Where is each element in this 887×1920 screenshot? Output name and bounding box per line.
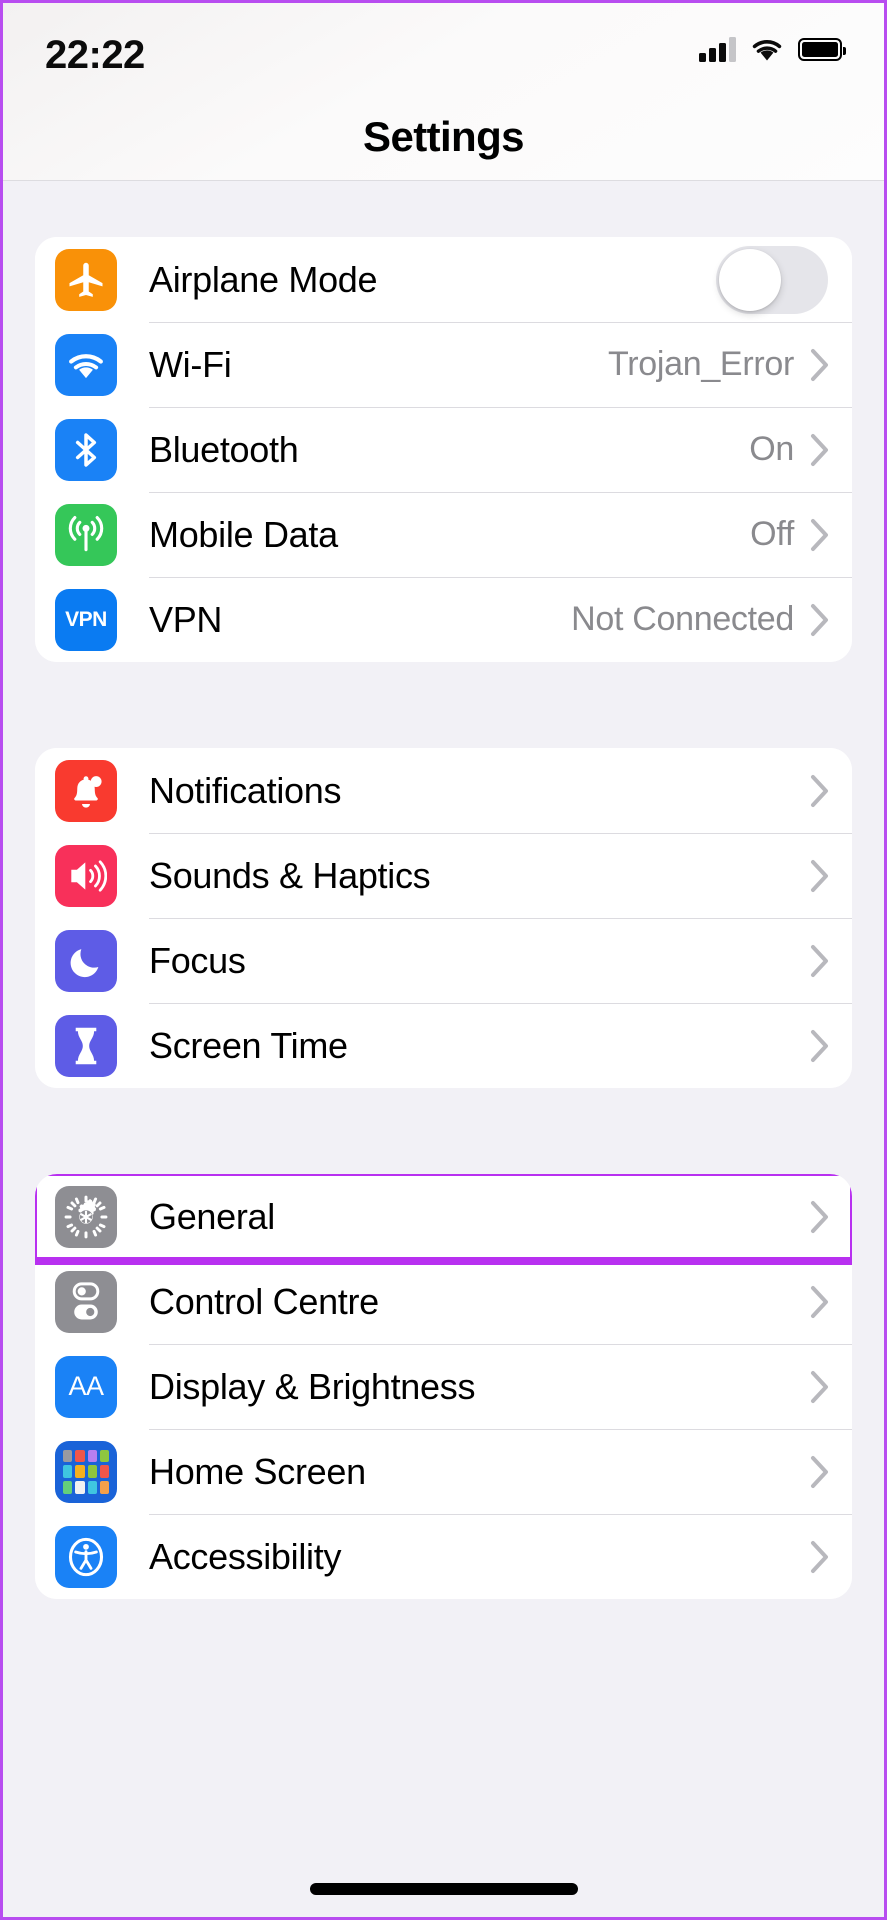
settings-row-home-screen[interactable]: Home Screen: [35, 1429, 852, 1514]
settings-row-label: Sounds & Haptics: [149, 854, 431, 896]
chevron-right-icon: [810, 774, 830, 808]
settings-row-label: Screen Time: [149, 1024, 348, 1066]
settings-row-label: General: [149, 1195, 275, 1237]
settings-list[interactable]: Airplane Mode Wi-Fi Trojan_Error Bluetoo…: [3, 237, 884, 1917]
speaker-waves-icon: [55, 844, 117, 907]
settings-row-accessibility[interactable]: Accessibility: [35, 1514, 852, 1599]
settings-row-label: Accessibility: [149, 1535, 342, 1577]
settings-row-display-brightness[interactable]: AA Display & Brightness: [35, 1344, 852, 1429]
chevron-right-icon: [810, 944, 830, 978]
iphone-settings-screen: 22:22 Settings Airplane Mode Wi-Fi Troja…: [0, 0, 887, 1920]
chevron-right-icon: [810, 1540, 830, 1574]
bell-icon: [55, 759, 117, 822]
chevron-right-icon: [810, 1200, 830, 1234]
home-screen-grid-icon: [55, 1440, 117, 1503]
control-centre-icon: [55, 1270, 117, 1333]
settings-row-label: Mobile Data: [149, 513, 338, 555]
airplane-icon: [55, 248, 117, 311]
airplane-mode-toggle[interactable]: [716, 245, 828, 314]
vpn-icon-text: VPN: [65, 607, 107, 631]
toggle-knob: [719, 248, 781, 311]
settings-group-connectivity: Airplane Mode Wi-Fi Trojan_Error Bluetoo…: [35, 237, 852, 662]
gear-icon: [55, 1185, 117, 1248]
display-brightness-icon: AA: [55, 1355, 117, 1418]
settings-row-wifi[interactable]: Wi-Fi Trojan_Error: [35, 322, 852, 407]
chevron-right-icon: [810, 1029, 830, 1063]
battery-full-icon: [798, 37, 846, 61]
vpn-icon: VPN: [55, 588, 117, 651]
mobile-data-state-value: Off: [750, 515, 794, 553]
page-title: Settings: [363, 113, 524, 160]
chevron-right-icon: [810, 859, 830, 893]
settings-row-general[interactable]: General: [35, 1174, 852, 1265]
chevron-right-icon: [810, 348, 830, 382]
wifi-icon: [752, 40, 782, 61]
chevron-right-icon: [810, 433, 830, 467]
settings-group-alerts: Notifications Sounds & Haptics Focus Scr…: [35, 748, 852, 1088]
settings-row-bluetooth[interactable]: Bluetooth On: [35, 407, 852, 492]
status-bar: 22:22: [3, 3, 884, 99]
cellular-signal-icon: [699, 36, 736, 62]
settings-row-sounds-haptics[interactable]: Sounds & Haptics: [35, 833, 852, 918]
settings-row-label: Display & Brightness: [149, 1365, 476, 1407]
chevron-right-icon: [810, 518, 830, 552]
settings-row-control-centre[interactable]: Control Centre: [35, 1259, 852, 1344]
settings-row-label: Home Screen: [149, 1450, 366, 1492]
hourglass-icon: [55, 1014, 117, 1077]
settings-row-label: Focus: [149, 939, 246, 981]
settings-row-notifications[interactable]: Notifications: [35, 748, 852, 833]
bluetooth-icon: [55, 418, 117, 481]
chevron-right-icon: [810, 603, 830, 637]
bluetooth-state-value: On: [749, 430, 794, 468]
vpn-state-value: Not Connected: [571, 600, 794, 638]
settings-row-label: Wi-Fi: [149, 343, 232, 385]
settings-row-focus[interactable]: Focus: [35, 918, 852, 1003]
settings-row-screen-time[interactable]: Screen Time: [35, 1003, 852, 1088]
settings-row-airplane-mode[interactable]: Airplane Mode: [35, 237, 852, 322]
display-brightness-icon-text: AA: [68, 1371, 104, 1401]
status-bar-clock: 22:22: [45, 33, 145, 77]
wifi-network-value: Trojan_Error: [608, 345, 794, 383]
settings-row-label: VPN: [149, 598, 223, 640]
screen-header: 22:22 Settings: [3, 3, 884, 181]
chevron-right-icon: [810, 1285, 830, 1319]
crescent-moon-icon: [55, 929, 117, 992]
status-bar-indicators: [699, 36, 846, 62]
home-indicator-bar[interactable]: [309, 1883, 578, 1895]
settings-row-label: Notifications: [149, 769, 342, 811]
settings-row-label: Control Centre: [149, 1280, 379, 1322]
wifi-icon: [55, 333, 117, 396]
settings-row-label: Airplane Mode: [149, 258, 378, 300]
settings-row-label: Bluetooth: [149, 428, 299, 470]
accessibility-icon: [55, 1525, 117, 1588]
settings-row-vpn[interactable]: VPN VPN Not Connected: [35, 577, 852, 662]
settings-row-mobile-data[interactable]: Mobile Data Off: [35, 492, 852, 577]
chevron-right-icon: [810, 1370, 830, 1404]
cellular-antenna-icon: [55, 503, 117, 566]
chevron-right-icon: [810, 1455, 830, 1489]
settings-group-system: General Control Centre AA Display & Brig…: [35, 1174, 852, 1599]
